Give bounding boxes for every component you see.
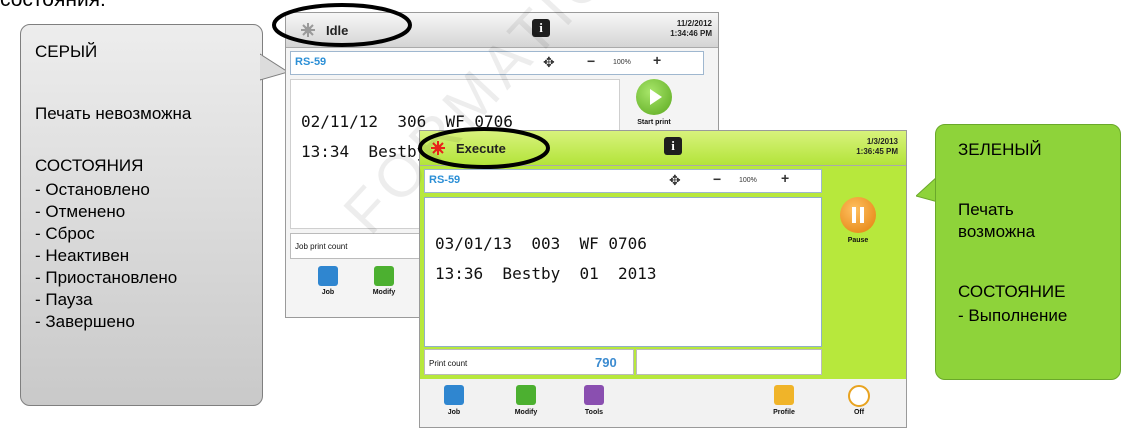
intro-text: состояния: (0, 0, 106, 12)
tools-icon[interactable] (584, 385, 604, 405)
execute-screen: Execute i 1/3/2013 1:36:45 PM RS-59 ✥ − … (419, 130, 907, 428)
job-label: Job (447, 409, 461, 416)
move-icon[interactable]: ✥ (543, 54, 555, 71)
execute-print-line: 13:36 Bestby 01 2013 (435, 264, 657, 283)
green-states-title: СОСТОЯНИЕ (958, 282, 1066, 301)
idle-date: 11/2/2012 (676, 19, 712, 28)
gray-callout: СЕРЫЙ Печать невозможна СОСТОЯНИЯ - Оста… (20, 24, 263, 406)
execute-toolbar: Job Modify Tools Profile Off (420, 379, 906, 427)
off-label: Off (853, 409, 865, 416)
modify-label: Modify (372, 289, 396, 296)
zoom-in-button[interactable]: + (653, 52, 661, 68)
execute-count-label: Print count (429, 359, 468, 368)
execute-job-bar: RS-59 ✥ − 100% + (424, 169, 822, 193)
zoom-in-button[interactable]: + (781, 170, 789, 186)
idle-datetime: 11/2/2012 1:34:46 PM (670, 19, 712, 39)
idle-highlight-ellipse (272, 3, 412, 47)
gray-states-title: СОСТОЯНИЯ (35, 156, 144, 175)
pause-icon (852, 207, 864, 223)
execute-count-value: 790 (595, 355, 617, 370)
info-icon[interactable]: i (664, 137, 682, 155)
idle-job-name: RS-59 (295, 56, 327, 68)
gray-state-item: - Сброс (35, 224, 95, 243)
gray-state-item: - Отменено (35, 202, 126, 221)
gray-state-item: - Приостановлено (35, 268, 178, 287)
start-print-label: Start print (637, 119, 671, 126)
execute-print-preview: 03/01/13 003 WF 0706 13:36 Bestby 01 201… (424, 197, 822, 347)
power-off-icon[interactable] (848, 385, 870, 407)
execute-count-bar-extra (636, 349, 822, 375)
green-state-item: - Выполнение (958, 306, 1068, 325)
gray-state-item: - Завершено (35, 312, 135, 331)
play-icon (650, 89, 662, 105)
execute-count-bar: Print count 790 (424, 349, 634, 375)
job-icon[interactable] (318, 266, 338, 286)
zoom-level: 100% (739, 177, 757, 184)
gray-title: СЕРЫЙ (35, 42, 98, 61)
profile-icon[interactable] (774, 385, 794, 405)
idle-count-label: Job print count (295, 242, 348, 251)
tools-label: Tools (584, 409, 604, 416)
profile-label: Profile (773, 409, 795, 416)
execute-job-name: RS-59 (429, 174, 461, 186)
move-icon[interactable]: ✥ (669, 172, 681, 189)
gray-state-item: - Неактивен (35, 246, 130, 265)
green-callout: ЗЕЛЕНЫЙ Печать возможна СОСТОЯНИЕ - Выпо… (935, 124, 1121, 380)
modify-icon[interactable] (374, 266, 394, 286)
execute-time: 1:36:45 PM (856, 147, 898, 156)
green-subtitle: Печать (958, 200, 1014, 219)
gray-subtitle: Печать невозможна (35, 104, 192, 123)
gray-state-item: - Пауза (35, 290, 93, 309)
execute-date: 1/3/2013 (866, 137, 898, 146)
gray-state-item: - Остановлено (35, 180, 150, 199)
modify-label: Modify (514, 409, 538, 416)
execute-datetime: 1/3/2013 1:36:45 PM (856, 137, 898, 157)
job-label: Job (321, 289, 335, 296)
info-icon[interactable]: i (532, 19, 550, 37)
zoom-out-button[interactable]: − (713, 171, 721, 187)
pause-button[interactable] (840, 197, 876, 233)
execute-highlight-ellipse (418, 127, 550, 169)
green-subtitle: возможна (958, 222, 1036, 241)
zoom-out-button[interactable]: − (587, 53, 595, 69)
execute-print-line: 03/01/13 003 WF 0706 (435, 234, 647, 253)
idle-time: 1:34:46 PM (670, 29, 712, 38)
zoom-level: 100% (613, 59, 631, 66)
start-print-button[interactable] (636, 79, 672, 115)
green-title: ЗЕЛЕНЫЙ (958, 140, 1042, 159)
modify-icon[interactable] (516, 385, 536, 405)
job-icon[interactable] (444, 385, 464, 405)
pause-label: Pause (847, 237, 869, 244)
idle-job-bar: RS-59 ✥ − 100% + (290, 51, 704, 75)
